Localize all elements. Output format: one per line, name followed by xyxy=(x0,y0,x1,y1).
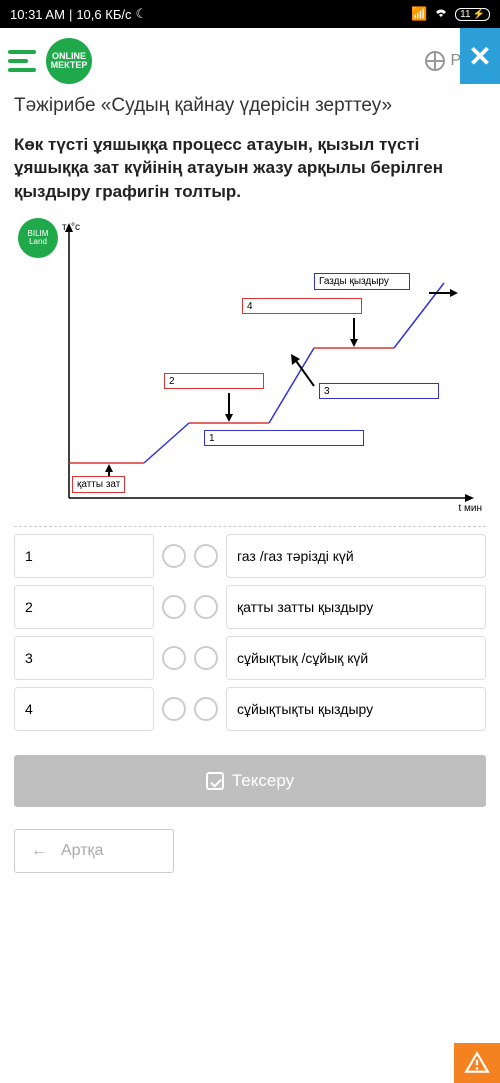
content-area: Тәжірибе «Судың қайнау үдерісін зерттеу»… xyxy=(0,94,500,873)
chart-svg xyxy=(14,218,484,518)
moon-icon: ☾ xyxy=(135,6,147,22)
status-sep: | xyxy=(69,7,72,22)
match-left-1[interactable]: 1 xyxy=(14,534,154,578)
match-row-2: 2 қатты затты қыздыру xyxy=(14,585,486,629)
match-right-2[interactable]: қатты затты қыздыру xyxy=(226,585,486,629)
match-left-4[interactable]: 4 xyxy=(14,687,154,731)
radio-left-2[interactable] xyxy=(162,595,186,619)
radio-right-4[interactable] xyxy=(194,697,218,721)
warning-icon xyxy=(464,1050,490,1076)
match-right-4[interactable]: сұйықтықты қыздыру xyxy=(226,687,486,731)
status-time: 10:31 AM xyxy=(10,7,65,22)
back-label: Артқа xyxy=(61,842,103,860)
chart-box-gas-heat: Газды қыздыру xyxy=(314,273,410,290)
x-axis-label: t мин xyxy=(458,503,482,514)
match-left-3[interactable]: 3 xyxy=(14,636,154,680)
radio-right-3[interactable] xyxy=(194,646,218,670)
logo[interactable]: ONLINE МЕКТЕР xyxy=(46,38,92,84)
globe-icon xyxy=(425,51,445,71)
check-icon xyxy=(206,772,224,790)
heating-chart: BILIMLand т, °с Газды қыздыру 4 2 3 1 xyxy=(14,218,486,518)
status-right: 📶 11⚡ xyxy=(411,6,490,22)
match-row-3: 3 сұйықтық /сұйық күй xyxy=(14,636,486,680)
arrow-left-icon: ← xyxy=(31,842,47,860)
question-text: Көк түсті ұяшыққа процесс атауын, қызыл … xyxy=(14,133,486,204)
match-left-2[interactable]: 2 xyxy=(14,585,154,629)
chart-box-3: 3 xyxy=(319,383,439,399)
back-button[interactable]: ← Артқа xyxy=(14,829,174,873)
wifi-icon xyxy=(433,7,449,22)
status-bar: 10:31 AM | 10,6 КБ/с ☾ 📶 11⚡ xyxy=(0,0,500,28)
separator xyxy=(14,526,486,527)
radio-left-3[interactable] xyxy=(162,646,186,670)
radio-right-2[interactable] xyxy=(194,595,218,619)
radio-left-4[interactable] xyxy=(162,697,186,721)
chart-box-solid: қатты зат xyxy=(72,476,125,493)
menu-icon[interactable] xyxy=(8,50,36,72)
close-button[interactable]: ✕ xyxy=(460,28,500,84)
status-net: 10,6 КБ/с xyxy=(76,7,131,22)
chart-box-1: 1 xyxy=(204,430,364,446)
chart-box-4: 4 xyxy=(242,298,362,314)
check-button[interactable]: Тексеру xyxy=(14,755,486,807)
match-row-1: 1 газ /газ тәрізді күй xyxy=(14,534,486,578)
signal-icon: 📶 xyxy=(411,6,427,22)
status-left: 10:31 AM | 10,6 КБ/с ☾ xyxy=(10,6,147,22)
app-header: ONLINE МЕКТЕР Русск ✕ xyxy=(0,28,500,94)
match-right-1[interactable]: газ /газ тәрізді күй xyxy=(226,534,486,578)
chart-box-2: 2 xyxy=(164,373,264,389)
radio-left-1[interactable] xyxy=(162,544,186,568)
warning-button[interactable] xyxy=(454,1043,500,1083)
match-right-3[interactable]: сұйықтық /сұйық күй xyxy=(226,636,486,680)
radio-right-1[interactable] xyxy=(194,544,218,568)
match-row-4: 4 сұйықтықты қыздыру xyxy=(14,687,486,731)
battery-icon: 11⚡ xyxy=(455,8,490,21)
check-label: Тексеру xyxy=(232,771,294,791)
lesson-title: Тәжірибе «Судың қайнау үдерісін зерттеу» xyxy=(14,94,486,119)
